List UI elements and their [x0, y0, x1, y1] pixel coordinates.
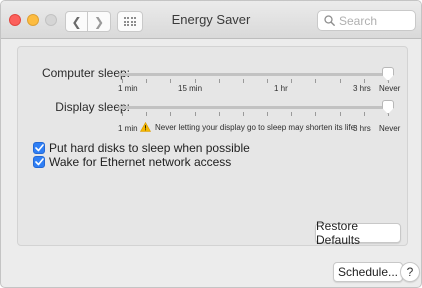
- computer-sleep-slider-thumb[interactable]: [382, 67, 394, 81]
- hard-disk-sleep-label: Put hard disks to sleep when possible: [49, 141, 250, 155]
- slider-tick: [339, 79, 341, 83]
- wake-ethernet-checkbox[interactable]: [33, 156, 45, 168]
- display-sleep-slider[interactable]: [118, 106, 390, 109]
- title-bar: ❮ ❯ Energy Saver: [1, 1, 421, 39]
- slider-tick: [363, 112, 365, 116]
- tick-label-1-min: 1 min: [118, 124, 138, 133]
- restore-defaults-button[interactable]: Restore Defaults: [315, 219, 401, 247]
- slider-tick: [315, 79, 317, 83]
- search-input[interactable]: [339, 13, 415, 28]
- slider-tick: [242, 112, 244, 116]
- display-sleep-slider-thumb[interactable]: [382, 100, 394, 114]
- energy-saver-window: ❮ ❯ Energy Saver Computer sleep: 1 min 1…: [0, 0, 422, 288]
- slider-tick: [170, 79, 172, 83]
- slider-tick: [315, 112, 317, 116]
- hard-disk-sleep-checkbox[interactable]: [33, 142, 45, 154]
- slider-tick: [194, 79, 196, 83]
- tick-label-never: Never: [379, 124, 401, 133]
- warning-icon: [140, 122, 151, 132]
- settings-panel: Computer sleep: 1 min 15 min 1 hr 3 hrs …: [17, 46, 408, 247]
- slider-tick: [170, 112, 172, 116]
- checkmark-icon: [34, 158, 44, 166]
- slider-tick: [291, 79, 293, 83]
- search-field[interactable]: [317, 10, 416, 31]
- slider-tick: [291, 112, 293, 116]
- search-icon: [324, 15, 335, 26]
- tick-label-15-min: 15 min: [178, 84, 203, 93]
- warning-text: Never letting your display go to sleep m…: [155, 122, 356, 132]
- slider-tick: [267, 112, 269, 116]
- display-sleep-label: Display sleep:: [55, 100, 130, 114]
- computer-sleep-slider[interactable]: [118, 73, 390, 76]
- schedule-button[interactable]: Schedule...: [333, 262, 403, 282]
- wake-ethernet-option[interactable]: Wake for Ethernet network access: [33, 155, 231, 169]
- slider-tick: [218, 112, 220, 116]
- slider-tick: [146, 112, 148, 116]
- tick-label-never: Never: [379, 84, 401, 93]
- slider-tick: [339, 112, 341, 116]
- slider-tick: [146, 79, 148, 83]
- slider-tick: [122, 79, 123, 83]
- slider-tick: [242, 79, 244, 83]
- help-button[interactable]: ?: [400, 262, 420, 282]
- display-sleep-warning: Never letting your display go to sleep m…: [140, 122, 355, 132]
- slider-tick: [363, 79, 365, 83]
- slider-tick: [267, 79, 269, 83]
- tick-label-1-hr: 1 hr: [274, 84, 288, 93]
- computer-sleep-label: Computer sleep:: [41, 66, 130, 80]
- slider-tick: [122, 112, 123, 116]
- wake-ethernet-label: Wake for Ethernet network access: [49, 155, 232, 169]
- tick-label-3-hrs: 3 hrs: [353, 84, 371, 93]
- tick-label-3-hrs: 3 hrs: [353, 124, 371, 133]
- checkmark-icon: [34, 144, 44, 152]
- tick-label-1-min: 1 min: [118, 84, 138, 93]
- hard-disk-sleep-option[interactable]: Put hard disks to sleep when possible: [33, 141, 250, 155]
- slider-tick: [194, 112, 196, 116]
- slider-tick: [218, 79, 220, 83]
